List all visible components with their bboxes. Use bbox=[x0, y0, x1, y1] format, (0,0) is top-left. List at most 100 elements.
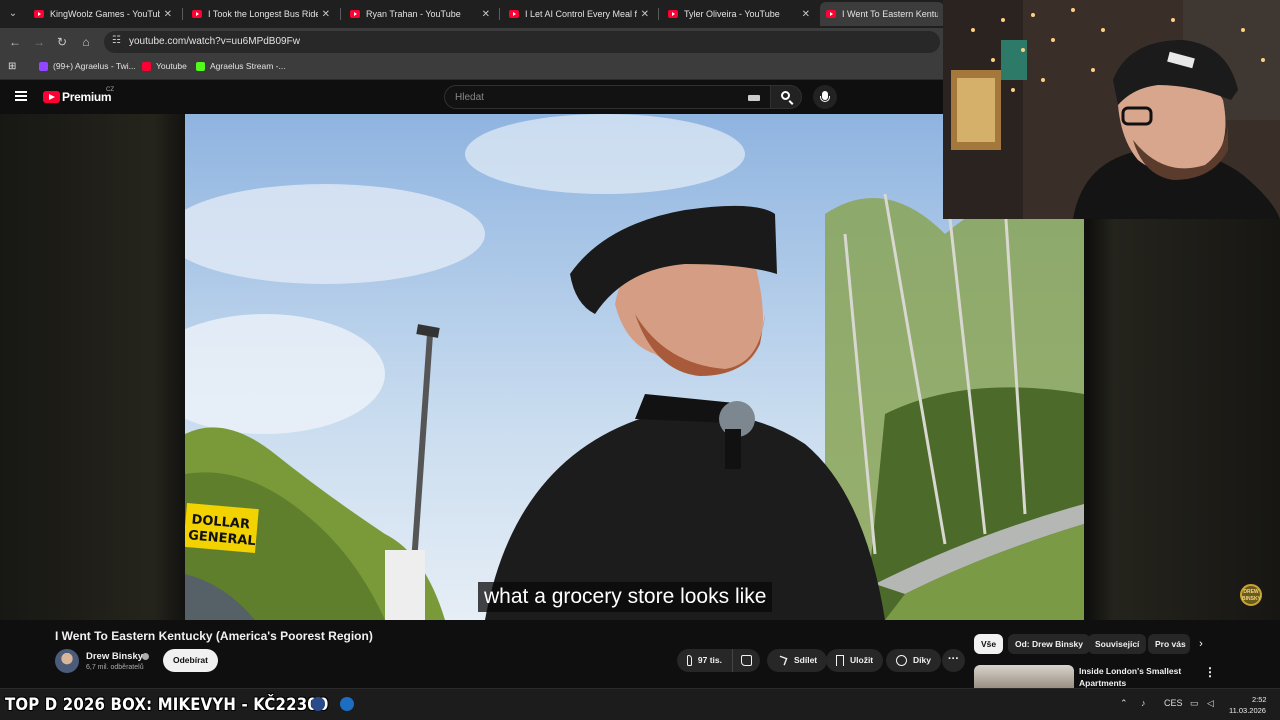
tab-divider bbox=[340, 8, 341, 20]
save-label: Uložit bbox=[850, 655, 874, 665]
youtube-favicon-icon bbox=[509, 10, 519, 18]
thumbs-down-icon bbox=[741, 655, 752, 666]
address-bar[interactable]: ☷ youtube.com/watch?v=uu6MPdB09Fw bbox=[104, 31, 940, 53]
dislike-button[interactable] bbox=[732, 649, 760, 672]
chip-for-you[interactable]: Pro vás bbox=[1148, 634, 1190, 654]
tab-divider bbox=[658, 8, 659, 20]
tab-close-icon[interactable]: ✕ bbox=[322, 9, 330, 20]
tab-longest-bus-ride[interactable]: I Took the Longest Bus Ride in America ✕ bbox=[186, 2, 336, 26]
microphone-stand bbox=[820, 96, 830, 102]
tab-search-chevron-icon[interactable]: ⌄ bbox=[4, 5, 22, 23]
chip-from-channel[interactable]: Od: Drew Binsky bbox=[1008, 634, 1091, 654]
thanks-button[interactable]: Díky bbox=[886, 649, 941, 672]
network-icon[interactable]: ▭ bbox=[1190, 698, 1199, 709]
recommended-video-title[interactable]: Inside London's Smallest Apartments bbox=[1079, 665, 1189, 689]
back-arrow-icon[interactable]: ← bbox=[6, 33, 24, 51]
verified-badge-icon bbox=[142, 653, 149, 660]
tab-close-icon[interactable]: ✕ bbox=[641, 9, 649, 20]
bookmark-agraelus-stream[interactable]: Agraelus Stream -... bbox=[196, 61, 286, 71]
apps-grid-icon[interactable]: ⊞ bbox=[8, 61, 16, 72]
thanks-dollar-icon bbox=[896, 655, 907, 666]
country-code: CZ bbox=[106, 87, 114, 93]
input-language[interactable]: CES bbox=[1164, 698, 1183, 708]
chevron-right-icon[interactable]: › bbox=[1193, 636, 1209, 652]
channel-name[interactable]: Drew Binsky bbox=[86, 651, 143, 662]
forward-arrow-icon[interactable]: → bbox=[30, 33, 48, 51]
tab-close-icon[interactable]: ✕ bbox=[164, 9, 172, 20]
bookmark-label: (99+) Agraelus - Twi... bbox=[53, 61, 136, 71]
tab-title: I Went To Eastern Kentucky (America's Po… bbox=[842, 9, 938, 19]
tray-overflow-chevron-icon[interactable]: ⌃ bbox=[1120, 698, 1128, 709]
steam-icon[interactable] bbox=[340, 697, 354, 711]
kebab-menu-icon[interactable]: ⋮ bbox=[1204, 665, 1216, 679]
like-button[interactable]: 97 tis. bbox=[677, 649, 732, 672]
address-bar-url[interactable]: youtube.com/watch?v=uu6MPdB09Fw bbox=[129, 36, 300, 47]
home-icon[interactable]: ⌂ bbox=[77, 33, 95, 51]
thanks-label: Díky bbox=[913, 655, 931, 665]
youtube-favicon-icon bbox=[34, 10, 44, 18]
reload-icon[interactable]: ↻ bbox=[53, 33, 71, 51]
menu-hamburger-icon[interactable] bbox=[15, 91, 27, 101]
tab-title: Tyler Oliveira - YouTube bbox=[684, 9, 780, 19]
bookmark-label: Youtube bbox=[156, 61, 187, 71]
more-actions-icon[interactable]: ··· bbox=[942, 649, 965, 672]
browser-toolbar: ← → ↻ ⌂ ☷ youtube.com/watch?v=uu6MPdB09F… bbox=[0, 28, 944, 56]
youtube-favicon-icon bbox=[350, 10, 360, 18]
search-button[interactable] bbox=[770, 85, 802, 109]
bookmark-agraelus-twitch[interactable]: (99+) Agraelus - Twi... bbox=[39, 61, 136, 71]
search-icon bbox=[781, 91, 790, 100]
tab-divider bbox=[499, 8, 500, 20]
tab-ryan-trahan[interactable]: Ryan Trahan - YouTube ✕ bbox=[344, 2, 496, 26]
tab-kingwoolz[interactable]: KingWoolz Games - YouTube ✕ bbox=[28, 2, 178, 26]
site-info-icon[interactable]: ☷ bbox=[112, 35, 121, 46]
tab-title: I Took the Longest Bus Ride in America bbox=[208, 9, 318, 19]
video-details: I Went To Eastern Kentucky (America's Po… bbox=[0, 620, 1280, 688]
share-label: Sdílet bbox=[794, 655, 818, 665]
youtube-favicon-icon bbox=[668, 10, 678, 18]
thumbs-up-icon bbox=[687, 655, 692, 666]
clock-time[interactable]: 2:52 bbox=[1252, 695, 1267, 704]
tray-microphone-icon[interactable]: ♪ bbox=[1141, 698, 1146, 708]
tab-close-icon[interactable]: ✕ bbox=[482, 9, 490, 20]
chip-all[interactable]: Vše bbox=[974, 634, 1004, 654]
os-taskbar: TOP D 2026 BOX: MIKEVYH - KČ22300 ⌃ ♪ CE… bbox=[0, 688, 1280, 720]
share-arrow-icon bbox=[777, 655, 788, 666]
bookmark-youtube[interactable]: Youtube bbox=[142, 61, 187, 71]
channel-avatar[interactable] bbox=[55, 649, 79, 673]
tab-title: KingWoolz Games - YouTube bbox=[50, 9, 160, 19]
clock-date[interactable]: 11.03.2026 bbox=[1229, 706, 1266, 715]
webcam-frame bbox=[943, 0, 1280, 219]
voice-search-button[interactable] bbox=[813, 85, 837, 109]
bookmark-icon bbox=[836, 655, 844, 666]
bookmarks-bar: ⊞ (99+) Agraelus - Twi... Youtube Agrael… bbox=[0, 56, 944, 80]
youtube-icon bbox=[142, 61, 151, 71]
bookmark-label: Agraelus Stream -... bbox=[210, 61, 286, 71]
tab-ai-meals[interactable]: I Let AI Control Every Meal for 7 Days ✕ bbox=[503, 2, 655, 26]
youtube-favicon-icon bbox=[192, 10, 202, 18]
chip-related[interactable]: Související bbox=[1088, 634, 1147, 654]
recommended-video-thumbnail[interactable] bbox=[974, 665, 1074, 688]
like-count: 97 tis. bbox=[697, 655, 722, 665]
twitch-icon bbox=[39, 61, 48, 71]
youtube-premium-logo[interactable]: Premium bbox=[62, 90, 112, 104]
channel-watermark-icon[interactable]: DREW BINSKY bbox=[1240, 584, 1262, 606]
search-input[interactable]: Hledat bbox=[444, 85, 771, 109]
keyboard-icon[interactable] bbox=[748, 95, 760, 101]
subscribe-button[interactable]: Odebírat bbox=[163, 649, 218, 672]
subscriber-count: 6,7 mil. odběratelů bbox=[86, 664, 144, 671]
youtube-masthead: Premium CZ Hledat bbox=[0, 81, 944, 114]
taskbar-app-icon[interactable] bbox=[311, 697, 325, 711]
tab-eastern-kentucky[interactable]: I Went To Eastern Kentucky (America's Po… bbox=[820, 2, 944, 26]
share-button[interactable]: Sdílet bbox=[767, 649, 828, 672]
youtube-logo-icon[interactable] bbox=[43, 91, 60, 103]
volume-icon[interactable]: ◁ bbox=[1207, 698, 1214, 709]
tab-close-icon[interactable]: ✕ bbox=[802, 9, 810, 20]
tab-title: Ryan Trahan - YouTube bbox=[366, 9, 461, 19]
tab-tyler-oliveira[interactable]: Tyler Oliveira - YouTube ✕ bbox=[662, 2, 816, 26]
kick-icon bbox=[196, 61, 205, 71]
webcam-overlay bbox=[943, 0, 1280, 219]
save-button[interactable]: Uložit bbox=[826, 649, 884, 672]
video-subtitle: what a grocery store looks like bbox=[478, 582, 773, 612]
search-icon-handle bbox=[788, 100, 794, 105]
stream-promo-banner: TOP D 2026 BOX: MIKEVYH - KČ22300 bbox=[5, 695, 329, 715]
